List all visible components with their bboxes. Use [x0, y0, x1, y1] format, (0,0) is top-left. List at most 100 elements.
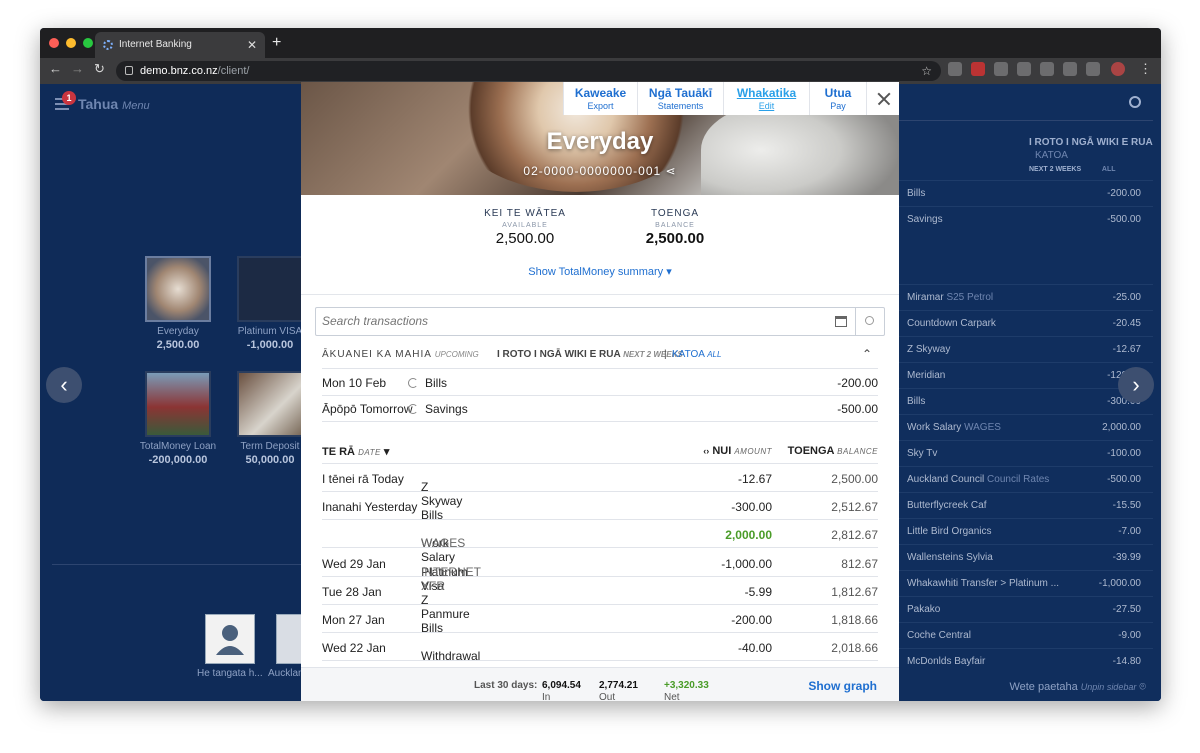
extension-info-icon[interactable] — [994, 62, 1008, 76]
available-label-mi: KEI TE WĀTEA — [484, 208, 566, 219]
range-mi: I ROTO I NGĀ WIKI E RUA — [497, 349, 621, 360]
row-desc-text: Auckland Council — [907, 474, 985, 485]
sidebar-transaction-row[interactable]: Auckland Council Council Rates -500.00 — [899, 466, 1153, 492]
sidebar-transaction-row[interactable]: Bills -300.00 — [899, 388, 1153, 414]
row-amount: -15.50 — [1112, 500, 1141, 511]
unpin-sidebar-link[interactable]: Wete paetaha Unpin sidebar ⌾ — [1009, 681, 1146, 694]
search-icon[interactable] — [1129, 96, 1141, 108]
back-icon[interactable]: ← — [49, 61, 62, 76]
browser-menu-icon[interactable]: ⋮ — [1139, 61, 1152, 77]
sidebar-transaction-row[interactable]: Butterflycreek Caf -15.50 — [899, 492, 1153, 518]
account-tile-totalmoney-loan[interactable]: TotalMoney Loan -200,000.00 — [133, 371, 223, 466]
upcoming-row[interactable]: Āpōpō Tomorrow Savings -500.00 — [322, 396, 878, 422]
sidebar-upcoming-row[interactable]: Savings -500.00 — [899, 206, 1153, 232]
expand-columns-icon[interactable]: ‹› — [703, 446, 709, 456]
tx-amount: -300.00 — [731, 500, 772, 515]
next-arrow-button[interactable]: › — [1118, 367, 1154, 403]
search-button[interactable] — [855, 308, 884, 335]
sidebar-transaction-row[interactable]: Pakako -27.50 — [899, 596, 1153, 622]
collapse-chevron-icon[interactable]: ⌃ — [862, 347, 872, 361]
close-tab-icon[interactable]: ✕ — [247, 32, 257, 58]
sidebar-transaction-row[interactable]: Meridian -120.00 — [899, 362, 1153, 388]
extension-vue-icon[interactable] — [1063, 62, 1077, 76]
row-amount: -14.80 — [1112, 656, 1141, 667]
sidebar-transaction-row[interactable]: McDonlds Bayfair -14.80 — [899, 648, 1153, 674]
action-en: Statements — [657, 101, 704, 111]
minimize-window-button[interactable] — [66, 38, 76, 48]
search-input[interactable] — [322, 314, 822, 328]
tx-date: Inanahi Yesterday — [322, 500, 418, 515]
sidebar-transaction-row[interactable]: Sky Tv -100.00 — [899, 440, 1153, 466]
balance-en: BALANCE — [837, 447, 878, 456]
browser-tab[interactable]: Internet Banking ✕ — [95, 32, 265, 58]
url-field[interactable]: demo.bnz.co.nz/client/ ☆ — [116, 61, 941, 81]
statements-button[interactable]: Ngā Tauākī Statements — [637, 82, 723, 115]
action-mi: Utua — [824, 86, 852, 100]
sidebar-all-mi[interactable]: KATOA — [1035, 150, 1068, 161]
transaction-row[interactable]: Inanahi Yesterday Bills -300.00 2,512.67 — [322, 492, 878, 522]
sidebar-transaction-row[interactable]: Z Skyway -12.67 — [899, 336, 1153, 362]
calendar-icon[interactable] — [835, 316, 847, 327]
account-number[interactable]: 02-0000-0000000-001 ⋖ — [301, 164, 899, 178]
extension-shield-icon[interactable] — [1017, 62, 1031, 76]
transaction-row[interactable]: Work Salary WAGES 2,000.00 2,812.67 — [322, 520, 878, 564]
profile-avatar[interactable] — [1111, 62, 1125, 76]
person-label[interactable]: He tangata h... — [197, 668, 263, 679]
upcoming-label-en: UPCOMING — [434, 350, 479, 359]
sidebar-upcoming-row[interactable]: Bills -200.00 — [899, 180, 1153, 206]
amount-header[interactable]: ‹› NUI AMOUNT — [703, 445, 772, 457]
extension-pocket-icon[interactable] — [948, 62, 962, 76]
row-desc-text: Z Skyway — [907, 344, 951, 355]
app-brand[interactable]: Tahua Menu — [78, 96, 150, 112]
extension-cross-icon[interactable] — [1086, 62, 1100, 76]
pay-button[interactable]: Utua Pay — [809, 82, 866, 115]
sidebar-transaction-row[interactable]: Little Bird Organics -7.00 — [899, 518, 1153, 544]
upcoming-all[interactable]: KATOA ALL — [672, 349, 721, 360]
row-amount: 2,000.00 — [1102, 422, 1141, 433]
action-mi: Whakatika — [736, 86, 797, 100]
transaction-row[interactable]: Wed 22 Jan Withdrawal -40.00 2,018.66 — [322, 633, 878, 663]
row-desc-text: Meridian — [907, 370, 946, 381]
close-window-button[interactable] — [49, 38, 59, 48]
previous-arrow-button[interactable]: ‹ — [46, 367, 82, 403]
row-desc: Z Skyway — [907, 337, 950, 363]
sidebar-transaction-row[interactable]: Coche Central -9.00 — [899, 622, 1153, 648]
person-icon[interactable] — [205, 614, 255, 664]
forward-icon[interactable]: → — [71, 61, 84, 76]
action-bar: Kaweake Export Ngā Tauākī Statements Whaka… — [563, 82, 899, 115]
bookmark-star-icon[interactable]: ☆ — [921, 61, 932, 81]
sidebar-transaction-row[interactable]: Miramar S25 Petrol -25.00 — [899, 284, 1153, 310]
balance-header: TOENGA BALANCE — [788, 445, 878, 457]
upcoming-range[interactable]: I ROTO I NGĀ WIKI E RUA NEXT 2 WEEKS — [497, 349, 683, 360]
extension-ublock-icon[interactable] — [971, 62, 985, 76]
transaction-row[interactable]: Tue 28 Jan Z Panmure -5.99 1,812.67 — [322, 577, 878, 621]
close-icon[interactable] — [866, 82, 899, 115]
share-icon[interactable]: ⋖ — [666, 164, 677, 178]
out-label: Out — [599, 692, 616, 701]
sidebar-heading[interactable]: I ROTO I NGĀ WIKI E RUA KATOA NEXT 2 WEE… — [1029, 136, 1161, 176]
sidebar-transaction-row[interactable]: Whakawhiti Transfer > Platinum ... -1,00… — [899, 570, 1153, 596]
edit-button[interactable]: Whakatika Edit — [723, 82, 809, 115]
account-tile-everyday[interactable]: Everyday 2,500.00 — [133, 256, 223, 351]
show-graph-link[interactable]: Show graph — [808, 679, 877, 693]
date-sort-header[interactable]: TE RĀ DATE ▾ — [322, 445, 389, 458]
sidebar-transaction-row[interactable]: Wallensteins Sylvia -39.99 — [899, 544, 1153, 570]
period-label: Last 30 days: — [474, 680, 538, 691]
row-desc: McDonlds Bayfair — [907, 649, 985, 675]
upcoming-row[interactable]: Mon 10 Feb Bills -200.00 — [322, 370, 878, 396]
row-desc-text: Sky Tv — [907, 448, 938, 459]
sidebar-transaction-row[interactable]: Work Salary WAGES 2,000.00 — [899, 414, 1153, 440]
payee-label[interactable]: Aucklan — [268, 668, 304, 679]
transaction-row[interactable]: I tēnei rā Today Z Skyway -12.67 2,500.00 — [322, 464, 878, 508]
sidebar-transaction-row[interactable]: Countdown Carpark -20.45 — [899, 310, 1153, 336]
extension-camera-icon[interactable] — [1040, 62, 1054, 76]
reload-icon[interactable]: ↻ — [94, 61, 105, 77]
row-amount: -27.50 — [1112, 604, 1141, 615]
new-tab-button[interactable]: + — [272, 32, 281, 54]
tab-title: Internet Banking — [119, 39, 192, 50]
export-button[interactable]: Kaweake Export — [563, 82, 637, 115]
zoom-window-button[interactable] — [83, 38, 93, 48]
totalmoney-summary-link[interactable]: Show TotalMoney summary ▾ — [301, 265, 899, 278]
transaction-row[interactable]: Mon 27 Jan Bills -200.00 1,818.66 — [322, 605, 878, 635]
transaction-row[interactable]: Wed 29 Jan Platinum Visa INTERNET XFR -1,0… — [322, 549, 878, 593]
